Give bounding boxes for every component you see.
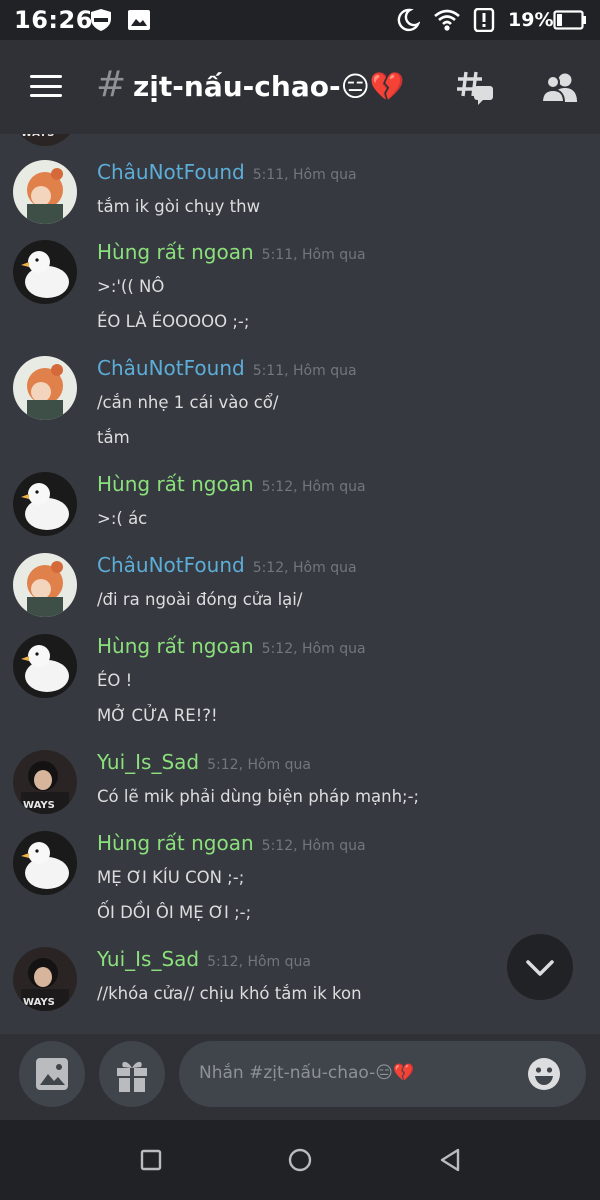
message-text: >:'(( NÔ (97, 277, 165, 296)
message-text: /đi ra ngoài đóng cửa lại/ (97, 590, 303, 609)
shield-icon (91, 9, 111, 31)
message-text: >:( ác (97, 509, 148, 528)
avatar[interactable] (13, 240, 77, 304)
message-text: ÉO LÀ ÉOOOOO ;-; (97, 312, 250, 331)
message-author[interactable]: ChâuNotFound 5:11, Hôm qua (97, 160, 357, 184)
message-author[interactable]: Yui_Is_Sad 5:12, Hôm qua (97, 750, 311, 774)
message-list[interactable]: WAYS ChâuNotFound5:11, Hôm qua tắm ik gò… (0, 134, 600, 1034)
message-timestamp: 5:11, Hôm qua (252, 167, 357, 183)
avatar[interactable] (13, 356, 77, 420)
attach-image-button[interactable] (19, 1041, 85, 1107)
gift-icon (117, 1061, 147, 1092)
avatar[interactable] (13, 634, 77, 698)
alert-icon (473, 8, 495, 32)
message-author[interactable]: Hùng rất ngoan 5:11, Hôm qua (97, 240, 366, 264)
menu-icon[interactable] (30, 75, 62, 97)
message-text: /cắn nhẹ 1 cái vào cổ/ (97, 393, 279, 412)
previous-message-peek: WAYS (0, 134, 600, 146)
message-text: MỞ CỬA RE!?! (97, 706, 218, 725)
avatar[interactable] (13, 160, 77, 224)
recents-icon[interactable] (138, 1147, 164, 1173)
message-author[interactable]: Hùng rất ngoan 5:12, Hôm qua (97, 634, 366, 658)
message-timestamp: 5:12, Hôm qua (252, 560, 357, 576)
avatar[interactable] (13, 553, 77, 617)
jump-to-bottom-button[interactable] (507, 934, 573, 1000)
avatar[interactable] (13, 472, 77, 536)
message-timestamp: 5:11, Hôm qua (261, 247, 366, 263)
message-author[interactable]: Hùng rất ngoan 5:12, Hôm qua (97, 472, 366, 496)
svg-text:WAYS: WAYS (23, 800, 55, 811)
gift-button[interactable] (99, 1041, 165, 1107)
emoji-icon[interactable] (527, 1057, 561, 1091)
status-bar: 16:26 19% (0, 0, 600, 40)
back-icon[interactable] (437, 1147, 463, 1173)
avatar[interactable] (13, 831, 77, 895)
svg-text:WAYS: WAYS (23, 997, 55, 1008)
message-text: tắm (97, 428, 130, 447)
channel-header: # zịt-nấu-chao-😑💔 (0, 40, 600, 134)
home-icon[interactable] (287, 1147, 313, 1173)
message-text: ÉO ! (97, 671, 133, 690)
message-timestamp: 5:12, Hôm qua (207, 954, 311, 970)
threads-icon[interactable] (456, 70, 494, 106)
message-text: MẸ ƠI KÍU CON ;-; (97, 868, 245, 887)
moon-icon (397, 8, 420, 32)
message-composer: Nhắn #zịt-nấu-chao-😑💔 (0, 1034, 600, 1120)
message-timestamp: 5:12, Hôm qua (261, 641, 366, 657)
battery-icon (553, 10, 586, 30)
system-nav-bar (0, 1120, 600, 1200)
message-author[interactable]: Yui_Is_Sad 5:12, Hôm qua (97, 947, 311, 971)
members-icon[interactable] (541, 72, 579, 102)
message-author[interactable]: ChâuNotFound 5:11, Hôm qua (97, 356, 357, 380)
chevron-down-icon (526, 960, 554, 976)
avatar[interactable]: WAYS (13, 750, 77, 814)
message-input-placeholder: Nhắn #zịt-nấu-chao-😑💔 (199, 1063, 415, 1083)
message-text: tắm ik gòi chụy thw (97, 197, 261, 216)
message-text: Có lẽ mik phải dùng biện pháp mạnh;-; (97, 787, 420, 806)
message-timestamp: 5:12, Hôm qua (261, 838, 366, 854)
message-timestamp: 5:12, Hôm qua (207, 757, 311, 773)
message-text: //khóa cửa// chịu khó tắm ik kon (97, 984, 362, 1003)
channel-hash-icon: # (96, 64, 127, 105)
image-icon (36, 1058, 68, 1090)
wifi-icon (434, 9, 460, 31)
message-timestamp: 5:12, Hôm qua (261, 479, 366, 495)
message-input[interactable]: Nhắn #zịt-nấu-chao-😑💔 (179, 1041, 586, 1107)
message-timestamp: 5:11, Hôm qua (252, 363, 357, 379)
status-time: 16:26 (14, 6, 93, 34)
avatar[interactable]: WAYS (13, 947, 77, 1011)
message-author[interactable]: ChâuNotFound 5:12, Hôm qua (97, 553, 357, 577)
channel-title: zịt-nấu-chao-😑💔 (133, 70, 405, 103)
message-author[interactable]: Hùng rất ngoan 5:12, Hôm qua (97, 831, 366, 855)
image-icon (128, 10, 150, 30)
battery-percent: 19% (508, 9, 554, 31)
message-text: ỐI DỒI ÔI MẸ ƠI ;-; (97, 903, 252, 922)
